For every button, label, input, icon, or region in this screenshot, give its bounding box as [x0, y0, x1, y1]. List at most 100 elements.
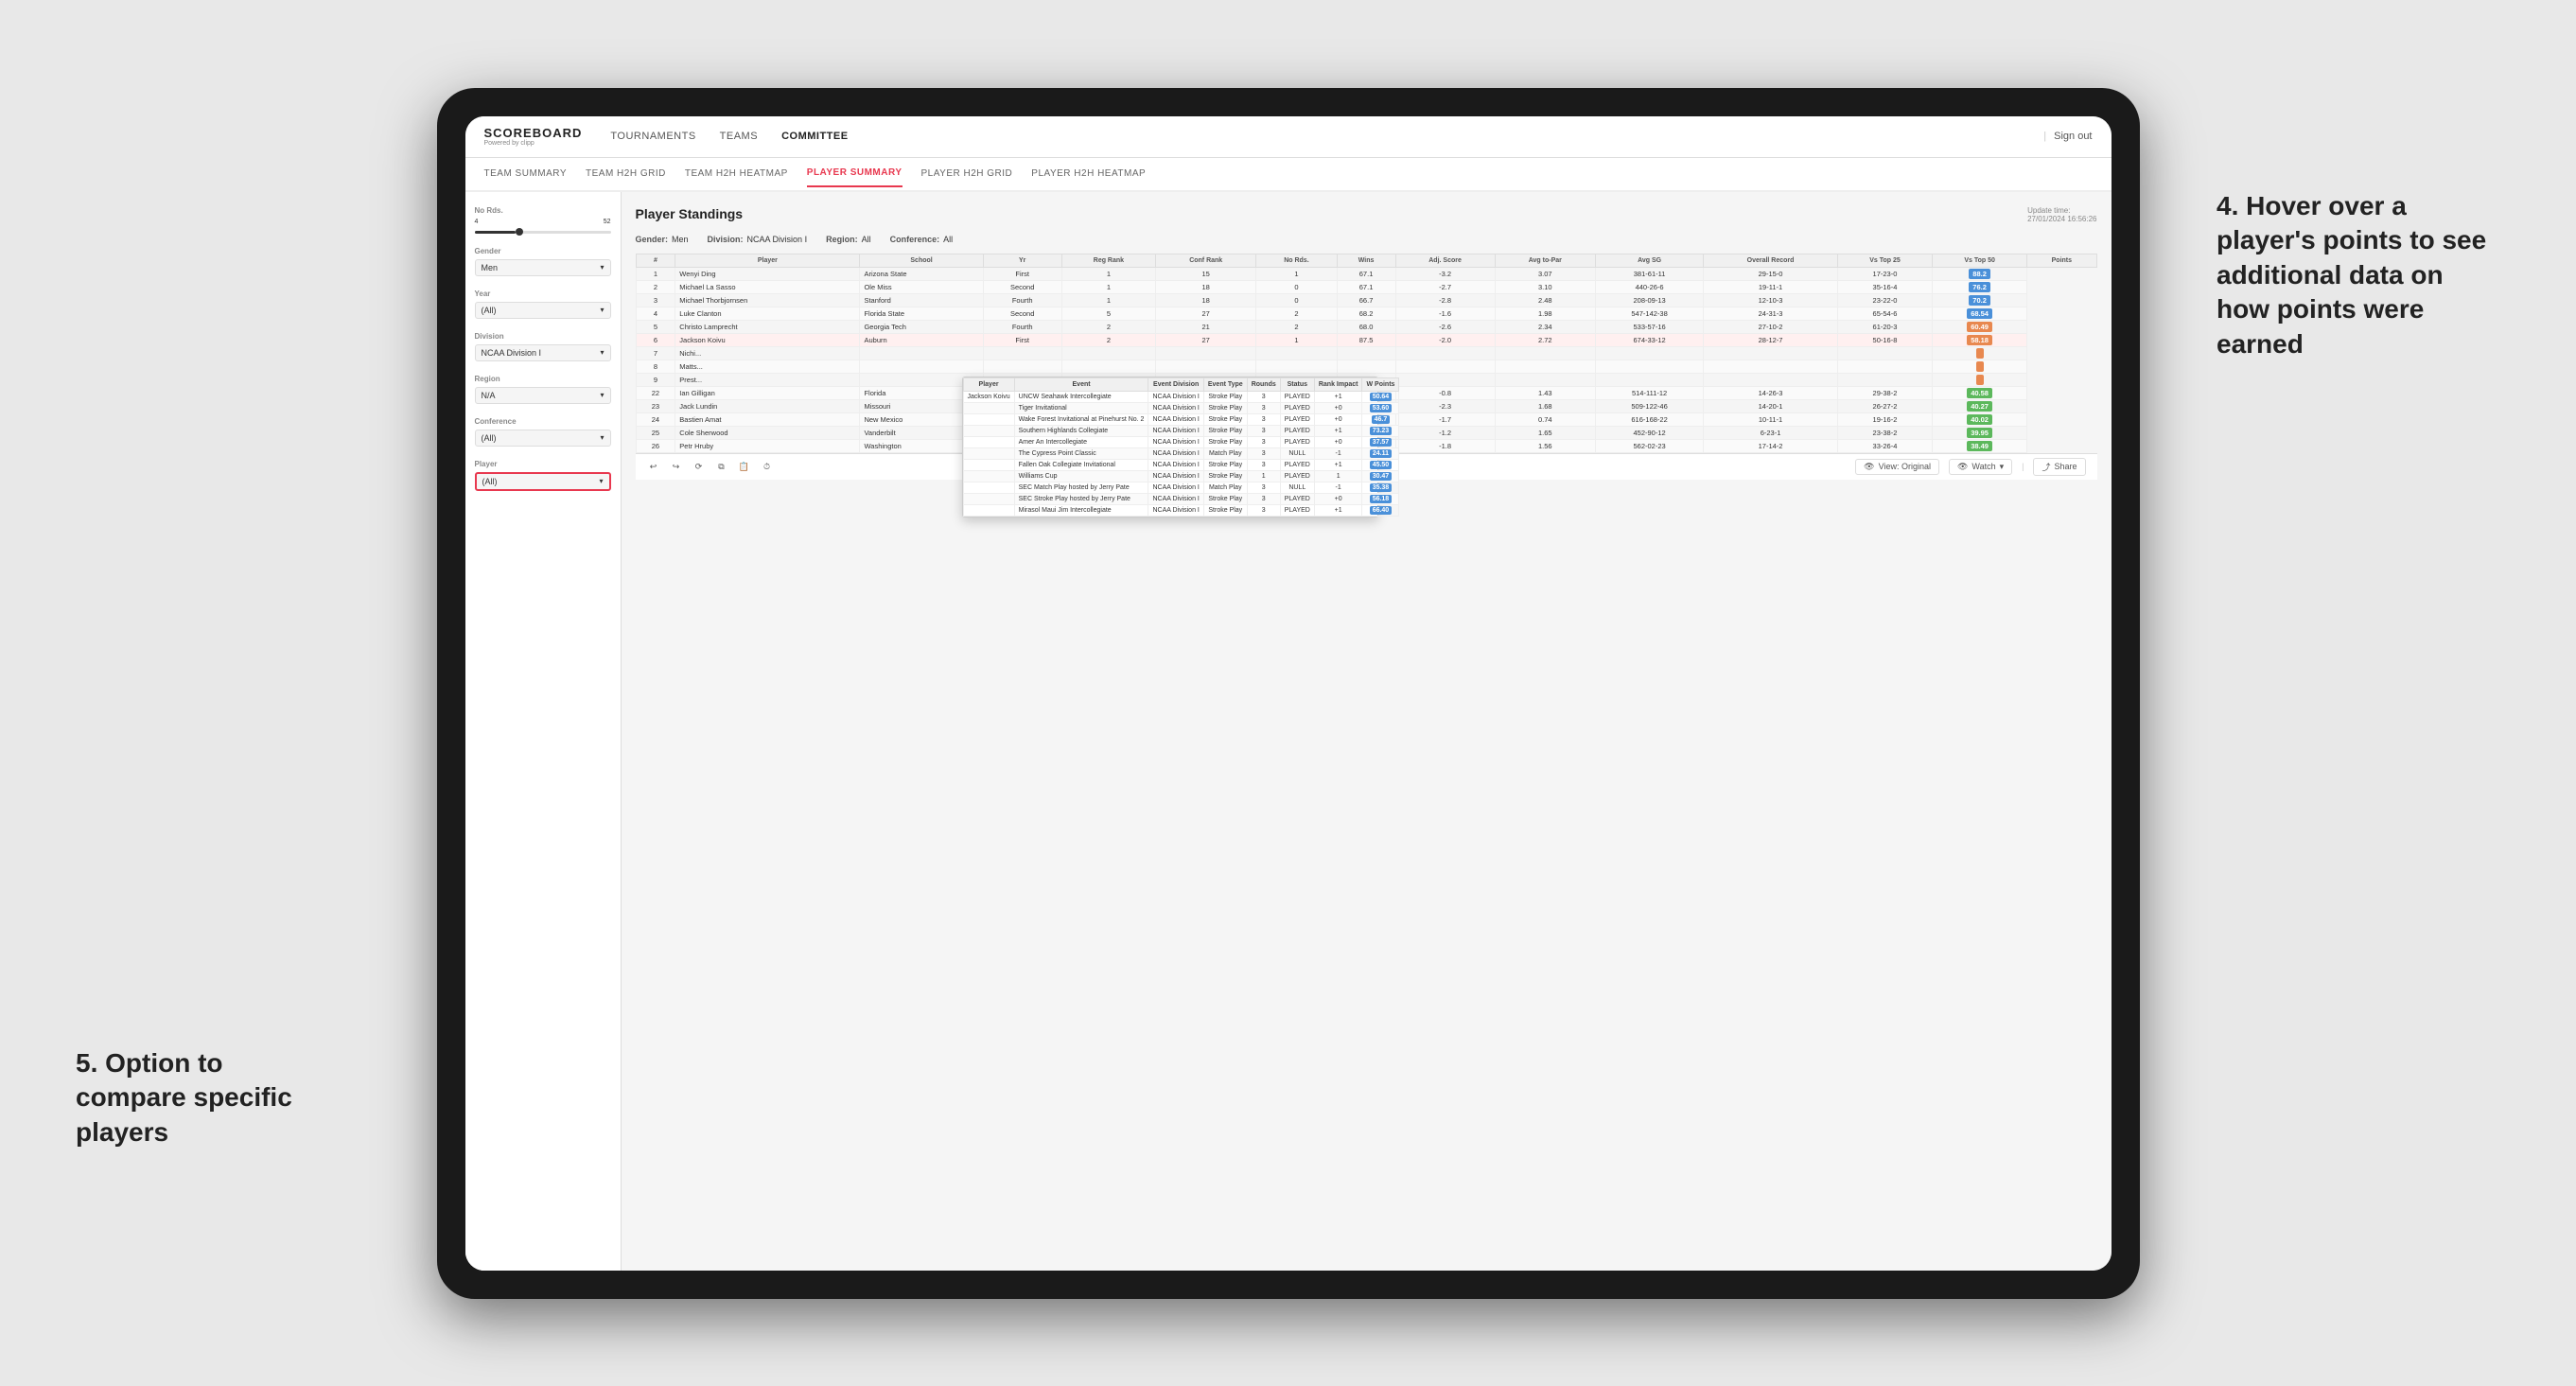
- redo-icon[interactable]: ↪: [670, 460, 683, 473]
- col-adj-score: Adj. Score: [1395, 254, 1495, 267]
- subnav-team-summary[interactable]: TEAM SUMMARY: [484, 161, 568, 186]
- col-reg-rank: Reg Rank: [1061, 254, 1156, 267]
- nav-tournaments[interactable]: TOURNAMENTS: [610, 127, 695, 146]
- popup-row: SEC Stroke Play hosted by Jerry Pate NCA…: [963, 493, 1399, 504]
- nav-links: TOURNAMENTS TEAMS COMMITTEE: [610, 127, 2043, 146]
- col-avg-sg: Avg SG: [1596, 254, 1704, 267]
- col-conf-rank: Conf Rank: [1156, 254, 1256, 267]
- filter-division: Division: NCAA Division I: [708, 235, 808, 244]
- popup-col-player: Player: [963, 377, 1014, 391]
- popup-row: Tiger Invitational NCAA Division I Strok…: [963, 402, 1399, 413]
- col-vs-top50: Vs Top 50: [1933, 254, 2027, 267]
- gender-chevron: ▾: [600, 263, 604, 272]
- popup-row: Jackson Koivu UNCW Seahawk Intercollegia…: [963, 391, 1399, 402]
- watch-label: Watch: [1971, 462, 1995, 471]
- toolbar-separator: |: [2022, 462, 2024, 471]
- nav-teams[interactable]: TEAMS: [720, 127, 758, 146]
- col-points: Points: [2027, 254, 2096, 267]
- copy-icon[interactable]: ⧉: [715, 460, 728, 473]
- logo-subtitle: Powered by clipp: [484, 140, 583, 147]
- popup-col-event: Event: [1014, 377, 1148, 391]
- view-original-button[interactable]: 👁 View: Original: [1855, 459, 1939, 475]
- division-section: Division NCAA Division I ▾: [475, 332, 611, 361]
- slider-thumb[interactable]: [516, 228, 523, 236]
- division-label: Division: [475, 332, 611, 341]
- col-vs-top25: Vs Top 25: [1837, 254, 1932, 267]
- tablet-frame: SCOREBOARD Powered by clipp TOURNAMENTS …: [437, 88, 2140, 1299]
- conference-select[interactable]: (All) ▾: [475, 430, 611, 447]
- slider-container: 4 52: [475, 219, 611, 234]
- region-select[interactable]: N/A ▾: [475, 387, 611, 404]
- subnav-player-summary[interactable]: PLAYER SUMMARY: [807, 160, 902, 187]
- player-label: Player: [475, 460, 611, 468]
- gender-select[interactable]: Men ▾: [475, 259, 611, 276]
- watch-icon: 👁: [1957, 462, 1968, 472]
- col-player: Player: [675, 254, 860, 267]
- col-avg-to-par: Avg to-Par: [1495, 254, 1595, 267]
- annotation-right: 4. Hover over a player's points to see a…: [2217, 189, 2500, 361]
- update-time: Update time: 27/01/2024 16:56:26: [2027, 206, 2096, 223]
- popup-col-status: Status: [1280, 377, 1314, 391]
- slider-fill: [475, 231, 516, 234]
- popup-row: SEC Match Play hosted by Jerry Pate NCAA…: [963, 482, 1399, 493]
- popup-col-event-div: Event Division: [1148, 377, 1203, 391]
- player-select[interactable]: (All) ▾: [475, 472, 611, 491]
- popup-col-rounds: Rounds: [1247, 377, 1280, 391]
- popup-row: Southern Highlands Collegiate NCAA Divis…: [963, 425, 1399, 436]
- year-chevron: ▾: [600, 306, 604, 314]
- share-label: Share: [2054, 462, 2077, 471]
- slider-min: 4: [475, 219, 479, 225]
- timer-icon[interactable]: ⏱: [761, 460, 774, 473]
- filter-row: Gender: Men Division: NCAA Division I Re…: [636, 235, 2097, 244]
- table-row: 5 Christo Lamprecht Georgia Tech Fourth …: [636, 320, 2096, 333]
- filter-gender: Gender: Men: [636, 235, 689, 244]
- col-rank: #: [636, 254, 675, 267]
- table-row: 7 Nichi...: [636, 346, 2096, 360]
- region-label: Region: [475, 375, 611, 383]
- subnav-player-h2h-grid[interactable]: PLAYER H2H GRID: [921, 161, 1013, 186]
- table-row: 1 Wenyi Ding Arizona State First 1 15 1 …: [636, 267, 2096, 280]
- popup-row: Fallen Oak Collegiate Invitational NCAA …: [963, 459, 1399, 470]
- view-icon: 👁: [1864, 462, 1874, 472]
- annotation-left: 5. Option to compare specific players: [76, 1046, 341, 1149]
- popup-col-event-type: Event Type: [1203, 377, 1247, 391]
- outer-background: 4. Hover over a player's points to see a…: [0, 0, 2576, 1386]
- subnav-team-h2h-heatmap[interactable]: TEAM H2H HEATMAP: [685, 161, 788, 186]
- share-button[interactable]: ⤴ Share: [2033, 458, 2085, 476]
- table-row: 4 Luke Clanton Florida State Second 5 27…: [636, 307, 2096, 320]
- share-icon: ⤴: [2042, 461, 2050, 473]
- view-label: View: Original: [1879, 462, 1931, 471]
- filter-conference: Conference: All: [890, 235, 954, 244]
- year-select[interactable]: (All) ▾: [475, 302, 611, 319]
- popup-row: Williams Cup NCAA Division I Stroke Play…: [963, 470, 1399, 482]
- gender-label: Gender: [475, 247, 611, 255]
- table-row: 6 Jackson Koivu Auburn First 2 27 1 87.5…: [636, 333, 2096, 346]
- refresh-icon[interactable]: ⟳: [692, 460, 706, 473]
- subnav-team-h2h-grid[interactable]: TEAM H2H GRID: [586, 161, 666, 186]
- no-rds-section: No Rds. 4 52: [475, 206, 611, 234]
- division-select[interactable]: NCAA Division I ▾: [475, 344, 611, 361]
- undo-icon[interactable]: ↩: [647, 460, 660, 473]
- popup-col-w-points: W Points: [1362, 377, 1399, 391]
- gender-section: Gender Men ▾: [475, 247, 611, 276]
- slider-track[interactable]: [475, 231, 611, 234]
- nav-bar: SCOREBOARD Powered by clipp TOURNAMENTS …: [465, 116, 2112, 158]
- conference-chevron: ▾: [600, 433, 604, 442]
- paste-icon[interactable]: 📋: [738, 460, 751, 473]
- subnav-player-h2h-heatmap[interactable]: PLAYER H2H HEATMAP: [1031, 161, 1146, 186]
- logo-title: SCOREBOARD: [484, 126, 583, 140]
- table-row: 8 Matts...: [636, 360, 2096, 373]
- no-rds-label: No Rds.: [475, 206, 611, 215]
- sign-out-link[interactable]: Sign out: [2054, 131, 2092, 142]
- watch-button[interactable]: 👁 Watch ▾: [1949, 459, 2012, 475]
- nav-committee[interactable]: COMMITTEE: [781, 127, 849, 146]
- col-no-rds: No Rds.: [1256, 254, 1337, 267]
- popup-row: Amer An Intercollegiate NCAA Division I …: [963, 436, 1399, 447]
- panel-header: Player Standings Update time: 27/01/2024…: [636, 206, 2097, 223]
- player-chevron: ▾: [599, 477, 603, 485]
- conference-label: Conference: [475, 417, 611, 426]
- sidebar: No Rds. 4 52: [465, 192, 622, 1271]
- right-panel: Player Standings Update time: 27/01/2024…: [622, 192, 2112, 1271]
- popup-row: Wake Forest Invitational at Pinehurst No…: [963, 413, 1399, 425]
- col-overall-record: Overall Record: [1704, 254, 1838, 267]
